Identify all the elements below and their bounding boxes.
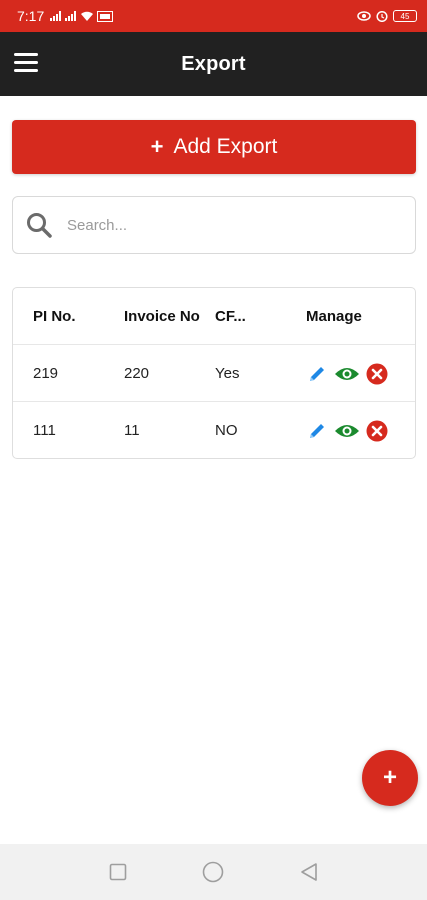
fab-add-button[interactable]: + <box>362 750 418 806</box>
header-invoice-no: Invoice No <box>124 308 200 325</box>
volte-icon <box>97 10 114 22</box>
cell-cf: Yes <box>215 365 240 382</box>
header-cf: CF... <box>215 308 246 325</box>
table-header-row: PI No. Invoice No CF... Manage <box>13 288 415 345</box>
recents-icon[interactable] <box>107 861 129 883</box>
add-export-button[interactable]: + Add Export <box>12 120 416 174</box>
page-title: Export <box>181 52 246 75</box>
eye-comfort-icon <box>357 11 371 21</box>
alarm-icon <box>376 10 388 22</box>
table-row: 111 11 NO <box>13 402 415 459</box>
edit-icon[interactable] <box>306 363 328 385</box>
wifi-icon <box>81 11 94 21</box>
edit-icon[interactable] <box>306 420 328 442</box>
search-box <box>12 196 416 254</box>
plus-icon: + <box>150 134 164 159</box>
cell-invoice-no: 11 <box>124 422 140 439</box>
menu-icon[interactable] <box>14 53 38 75</box>
system-nav-bar <box>0 844 427 900</box>
export-table: PI No. Invoice No CF... Manage 219 220 Y… <box>12 287 416 459</box>
cell-pi-no: 111 <box>33 422 56 439</box>
battery-icon: 45 <box>393 10 417 22</box>
add-export-label: Add Export <box>173 135 278 158</box>
app-bar: Export <box>0 32 427 96</box>
signal-icons <box>50 10 114 22</box>
back-icon[interactable] <box>298 861 320 883</box>
cell-pi-no: 219 <box>33 365 59 382</box>
status-bar: 7:17 45 <box>0 0 427 32</box>
cell-invoice-no: 220 <box>124 365 150 382</box>
signal-icon <box>50 11 62 21</box>
table-row: 219 220 Yes <box>13 345 415 402</box>
header-manage: Manage <box>306 308 362 325</box>
search-icon <box>27 213 52 238</box>
signal-icon-2 <box>65 11 77 21</box>
cell-cf: NO <box>215 422 238 439</box>
home-icon[interactable] <box>202 861 224 883</box>
delete-icon[interactable] <box>366 420 388 442</box>
header-pi-no: PI No. <box>33 308 76 325</box>
search-input[interactable] <box>67 216 415 234</box>
cell-manage <box>306 345 406 402</box>
cell-manage <box>306 402 406 459</box>
status-time: 7:17 <box>17 8 45 24</box>
view-icon[interactable] <box>334 363 360 385</box>
view-icon[interactable] <box>334 420 360 442</box>
delete-icon[interactable] <box>366 363 388 385</box>
